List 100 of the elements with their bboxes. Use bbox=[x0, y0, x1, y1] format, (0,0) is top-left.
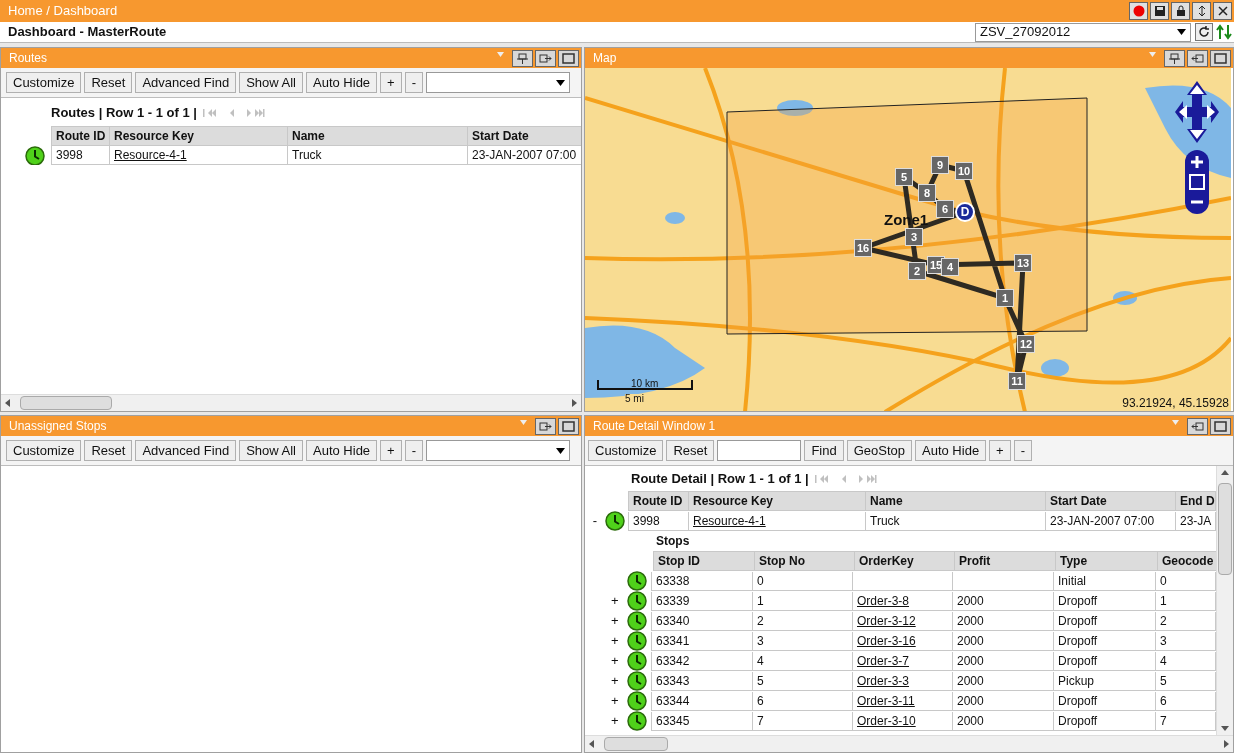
toolbar-button[interactable]: Advanced Find bbox=[135, 440, 237, 461]
column-header[interactable]: Route ID bbox=[52, 127, 110, 146]
pin-button[interactable] bbox=[1164, 49, 1185, 67]
clock-icon bbox=[627, 571, 648, 591]
column-header[interactable]: Resource Key bbox=[689, 492, 866, 511]
zoom-control-icon[interactable] bbox=[1185, 150, 1209, 214]
column-header[interactable]: Start Date bbox=[468, 127, 581, 146]
toolbar-button[interactable]: - bbox=[404, 72, 424, 93]
horizontal-scrollbar[interactable] bbox=[585, 735, 1233, 752]
search-field[interactable] bbox=[717, 440, 802, 461]
stop-marker[interactable]: 13 bbox=[1014, 254, 1032, 272]
column-header[interactable]: Stop No bbox=[755, 552, 855, 571]
save-icon[interactable] bbox=[1150, 2, 1169, 20]
toolbar-button[interactable]: + bbox=[380, 72, 402, 93]
column-header[interactable]: Type bbox=[1056, 552, 1158, 571]
stop-marker[interactable]: 1 bbox=[996, 289, 1014, 307]
toolbar-button[interactable]: Show All bbox=[239, 72, 303, 93]
stop-marker[interactable]: 9 bbox=[931, 156, 949, 174]
stop-marker[interactable]: 8 bbox=[918, 184, 936, 202]
stop-marker[interactable]: 12 bbox=[1017, 335, 1035, 353]
dock-button[interactable] bbox=[535, 49, 556, 67]
dock-button[interactable] bbox=[1187, 417, 1208, 435]
toolbar-button[interactable]: Reset bbox=[84, 440, 133, 461]
column-header[interactable]: OrderKey bbox=[855, 552, 955, 571]
toolbar-button[interactable]: Customize bbox=[6, 72, 82, 93]
dashboard-selector[interactable]: ZSV_27092012 bbox=[975, 22, 1191, 42]
expand-toggle[interactable]: + bbox=[611, 713, 619, 729]
dock-button[interactable] bbox=[535, 417, 556, 435]
stop-marker[interactable]: 2 bbox=[908, 262, 926, 280]
scroll-right-icon[interactable] bbox=[1224, 740, 1229, 748]
toolbar-button[interactable]: Auto Hide bbox=[306, 440, 378, 461]
close-icon[interactable] bbox=[1213, 2, 1232, 20]
filter-dropdown[interactable] bbox=[426, 440, 571, 461]
scroll-up-icon[interactable] bbox=[1221, 470, 1229, 475]
toolbar-button[interactable]: Reset bbox=[666, 440, 715, 461]
column-header[interactable]: Route ID bbox=[629, 492, 689, 511]
scroll-thumb[interactable] bbox=[20, 396, 112, 410]
scroll-thumb[interactable] bbox=[604, 737, 668, 751]
expand-toggle[interactable]: + bbox=[611, 613, 619, 629]
stop-marker[interactable]: 6 bbox=[936, 200, 954, 218]
scroll-left-icon[interactable] bbox=[589, 740, 594, 748]
toolbar-button[interactable]: Customize bbox=[588, 440, 664, 461]
pan-control-icon[interactable] bbox=[1175, 81, 1219, 143]
maximize-button[interactable] bbox=[1210, 49, 1231, 67]
toolbar-button[interactable]: + bbox=[380, 440, 402, 461]
pin-button[interactable] bbox=[512, 49, 533, 67]
column-header[interactable]: Geocode bbox=[1158, 552, 1216, 571]
horizontal-scrollbar[interactable] bbox=[1, 394, 581, 411]
toolbar-button[interactable]: Auto Hide bbox=[306, 72, 378, 93]
stop-marker[interactable]: 4 bbox=[941, 258, 959, 276]
expand-toggle[interactable]: + bbox=[611, 673, 619, 689]
scroll-right-icon[interactable] bbox=[572, 399, 577, 407]
expand-toggle[interactable]: + bbox=[611, 653, 619, 669]
stop-marker[interactable]: 3 bbox=[905, 228, 923, 246]
record-icon[interactable] bbox=[1129, 2, 1148, 20]
stop-marker[interactable]: 5 bbox=[895, 168, 913, 186]
link[interactable]: Order-3-3 bbox=[857, 671, 909, 690]
collapse-toggle[interactable]: - bbox=[585, 511, 605, 531]
link[interactable]: Order-3-16 bbox=[857, 631, 916, 650]
lock-icon[interactable] bbox=[1171, 2, 1190, 20]
expand-toggle[interactable]: + bbox=[611, 593, 619, 609]
column-header[interactable]: Name bbox=[866, 492, 1046, 511]
link[interactable]: Order-3-12 bbox=[857, 611, 916, 630]
expand-toggle[interactable]: + bbox=[611, 693, 619, 709]
link[interactable]: Order-3-7 bbox=[857, 651, 909, 670]
link[interactable]: Order-3-8 bbox=[857, 591, 909, 610]
toolbar-button[interactable]: GeoStop bbox=[846, 440, 912, 461]
scroll-left-icon[interactable] bbox=[5, 399, 10, 407]
column-header[interactable]: Start Date bbox=[1046, 492, 1176, 511]
toolbar-button[interactable]: Auto Hide bbox=[915, 440, 987, 461]
toolbar-button[interactable]: - bbox=[1013, 440, 1033, 461]
link[interactable]: Order-3-10 bbox=[857, 711, 916, 730]
arrows-icon[interactable] bbox=[1215, 23, 1233, 41]
column-header[interactable]: End D bbox=[1176, 492, 1216, 511]
column-header[interactable]: Name bbox=[288, 127, 468, 146]
toolbar-button[interactable]: Find bbox=[804, 440, 844, 461]
toolbar-button[interactable]: + bbox=[989, 440, 1011, 461]
link[interactable]: Resource-4-1 bbox=[693, 511, 766, 530]
column-header[interactable]: Resource Key bbox=[110, 127, 288, 146]
filter-dropdown[interactable] bbox=[426, 72, 571, 93]
vertical-scrollbar[interactable] bbox=[1216, 466, 1233, 735]
column-header[interactable]: Profit bbox=[955, 552, 1056, 571]
maximize-button[interactable] bbox=[1210, 417, 1231, 435]
maximize-button[interactable] bbox=[558, 49, 579, 67]
stop-marker[interactable]: 16 bbox=[854, 239, 872, 257]
toolbar-button[interactable]: Customize bbox=[6, 440, 82, 461]
toolbar-button[interactable]: - bbox=[404, 440, 424, 461]
link[interactable]: Order-3-11 bbox=[857, 691, 915, 710]
toolbar-button[interactable]: Show All bbox=[239, 440, 303, 461]
stop-marker[interactable]: 11 bbox=[1008, 372, 1026, 390]
scroll-thumb[interactable] bbox=[1218, 483, 1232, 575]
link[interactable]: Resource-4-1 bbox=[114, 146, 187, 164]
scroll-down-icon[interactable] bbox=[1221, 726, 1229, 731]
toolbar-button[interactable]: Reset bbox=[84, 72, 133, 93]
maximize-button[interactable] bbox=[558, 417, 579, 435]
column-header[interactable]: Stop ID bbox=[654, 552, 755, 571]
dock-button[interactable] bbox=[1187, 49, 1208, 67]
stop-marker[interactable]: 10 bbox=[955, 162, 973, 180]
toolbar-button[interactable]: Advanced Find bbox=[135, 72, 237, 93]
expand-toggle[interactable]: + bbox=[611, 633, 619, 649]
